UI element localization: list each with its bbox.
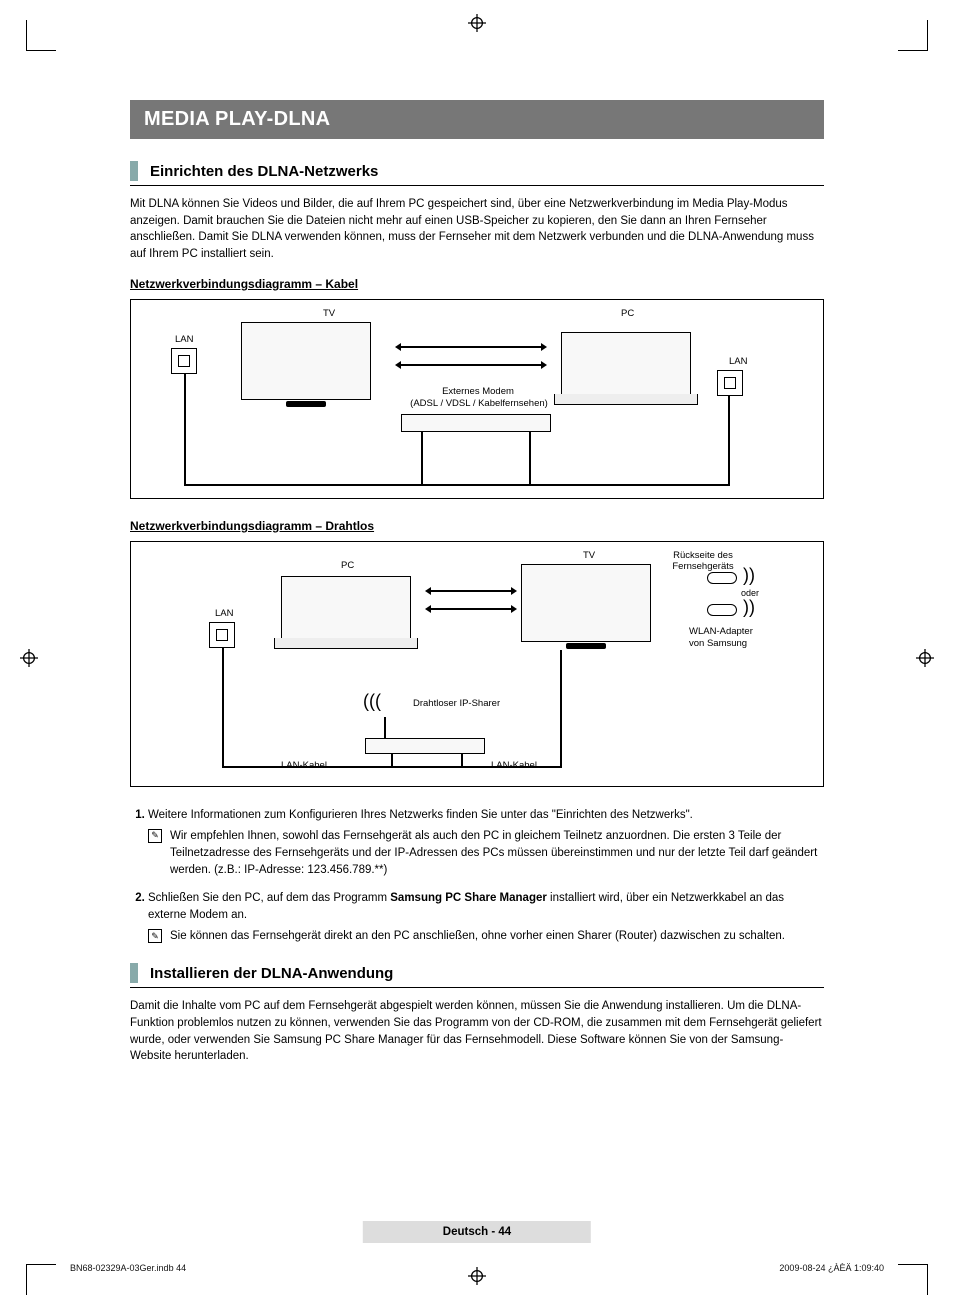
- wifi-waves-icon: )): [743, 598, 755, 616]
- crop-mark: [898, 50, 928, 51]
- crop-mark: [26, 50, 56, 51]
- heading-text: Einrichten des DLNA-Netzwerks: [150, 163, 378, 180]
- footer-right: 2009-08-24 ¿ÀÈÄ 1:09:40: [779, 1263, 884, 1273]
- note-row: ✎ Sie können das Fernsehgerät direkt an …: [148, 928, 824, 945]
- tv-label: TV: [583, 550, 595, 561]
- tv-icon: [521, 564, 651, 642]
- wlan-adapter-icon: [707, 572, 737, 584]
- note-row: ✎ Wir empfehlen Ihnen, sowohl das Fernse…: [148, 828, 824, 880]
- laptop-icon: [281, 576, 411, 640]
- cable-icon: [421, 432, 423, 484]
- lan-port-icon: [171, 348, 197, 374]
- list-item: Weitere Informationen zum Konfigurieren …: [148, 807, 824, 880]
- section-heading: Installieren der DLNA-Anwendung: [130, 963, 824, 988]
- note-icon: ✎: [148, 929, 162, 943]
- laptop-icon: [561, 332, 691, 396]
- registration-mark-icon: [20, 649, 38, 667]
- cable-icon: [391, 754, 393, 766]
- crop-mark: [927, 1265, 928, 1295]
- cable-icon: [529, 432, 531, 484]
- modem-icon: [401, 414, 551, 432]
- cable-icon: [222, 766, 562, 768]
- lan-port-icon: [209, 622, 235, 648]
- bidirectional-arrow-icon: [401, 346, 541, 348]
- section-heading: Einrichten des DLNA-Netzwerks: [130, 161, 824, 186]
- list-item-text-b: Samsung PC Share Manager: [390, 892, 547, 904]
- diagram-caption-wireless: Netzwerkverbindungsdiagramm – Drahtlos: [130, 519, 824, 533]
- wifi-waves-icon: (((: [363, 692, 381, 710]
- cable-icon: [184, 484, 730, 486]
- crop-mark: [26, 1265, 27, 1295]
- router-label: Drahtloser IP-Sharer: [413, 698, 500, 709]
- router-icon: [365, 738, 485, 754]
- section-install-dlna-app: Installieren der DLNA-Anwendung Damit di…: [130, 963, 824, 1065]
- procedure-list: Weitere Informationen zum Konfigurieren …: [130, 807, 824, 946]
- registration-mark-icon: [468, 14, 486, 32]
- list-item-text: Weitere Informationen zum Konfigurieren …: [148, 809, 693, 821]
- cable-icon: [461, 754, 463, 766]
- tv-icon: [241, 322, 371, 400]
- intro-paragraph: Damit die Inhalte vom PC auf dem Fernseh…: [130, 998, 824, 1065]
- diagram-caption-wired: Netzwerkverbindungsdiagramm – Kabel: [130, 277, 824, 291]
- wlan-adapter-icon: [707, 604, 737, 616]
- lan-label-right: LAN: [729, 356, 747, 367]
- crop-mark: [927, 20, 928, 50]
- lan-port-icon: [717, 370, 743, 396]
- note-text: Wir empfehlen Ihnen, sowohl das Fernsehg…: [170, 828, 824, 880]
- cable-icon: [184, 374, 186, 484]
- modem-sublabel: (ADSL / VDSL / Kabelfernsehen): [389, 398, 569, 409]
- bidirectional-arrow-icon: [431, 590, 511, 592]
- heading-accent-icon: [130, 963, 138, 983]
- footer-left: BN68-02329A-03Ger.indb 44: [70, 1263, 186, 1273]
- modem-label: Externes Modem: [423, 386, 533, 397]
- bidirectional-arrow-icon: [401, 364, 541, 366]
- lan-label-left: LAN: [175, 334, 193, 345]
- diagram-wired: TV PC LAN LAN Externes Modem (ADSL / VDS…: [130, 299, 824, 499]
- list-item-text-a: Schließen Sie den PC, auf dem das Progra…: [148, 892, 390, 904]
- heading-accent-icon: [130, 161, 138, 181]
- manual-page: MEDIA PLAY-DLNA Einrichten des DLNA-Netz…: [0, 0, 954, 1315]
- page-number-pill: Deutsch - 44: [363, 1221, 591, 1243]
- wlan-adapter-sublabel: von Samsung: [689, 638, 779, 649]
- wifi-waves-icon: )): [743, 566, 755, 584]
- cable-icon: [222, 648, 224, 766]
- pc-label: PC: [621, 308, 634, 319]
- list-item: Schließen Sie den PC, auf dem das Progra…: [148, 890, 824, 946]
- footer-meta: BN68-02329A-03Ger.indb 44 2009-08-24 ¿ÀÈ…: [70, 1263, 884, 1273]
- registration-mark-icon: [916, 649, 934, 667]
- diagram-wireless: PC TV Rückseite des Fernsehgeräts LAN ))…: [130, 541, 824, 787]
- lan-label: LAN: [215, 608, 233, 619]
- bidirectional-arrow-icon: [431, 608, 511, 610]
- cable-icon: [728, 396, 730, 486]
- crop-mark: [26, 20, 27, 50]
- crop-mark: [26, 1264, 56, 1265]
- note-icon: ✎: [148, 829, 162, 843]
- pc-label: PC: [341, 560, 354, 571]
- wlan-adapter-label: WLAN-Adapter: [689, 626, 779, 637]
- intro-paragraph: Mit DLNA können Sie Videos und Bilder, d…: [130, 196, 824, 263]
- page-title: MEDIA PLAY-DLNA: [130, 100, 824, 139]
- crop-mark: [898, 1264, 928, 1265]
- tv-label: TV: [323, 308, 335, 319]
- cable-icon: [560, 650, 562, 768]
- section-dlna-network: Einrichten des DLNA-Netzwerks Mit DLNA k…: [130, 161, 824, 945]
- heading-text: Installieren der DLNA-Anwendung: [150, 965, 393, 982]
- note-text: Sie können das Fernsehgerät direkt an de…: [170, 928, 785, 945]
